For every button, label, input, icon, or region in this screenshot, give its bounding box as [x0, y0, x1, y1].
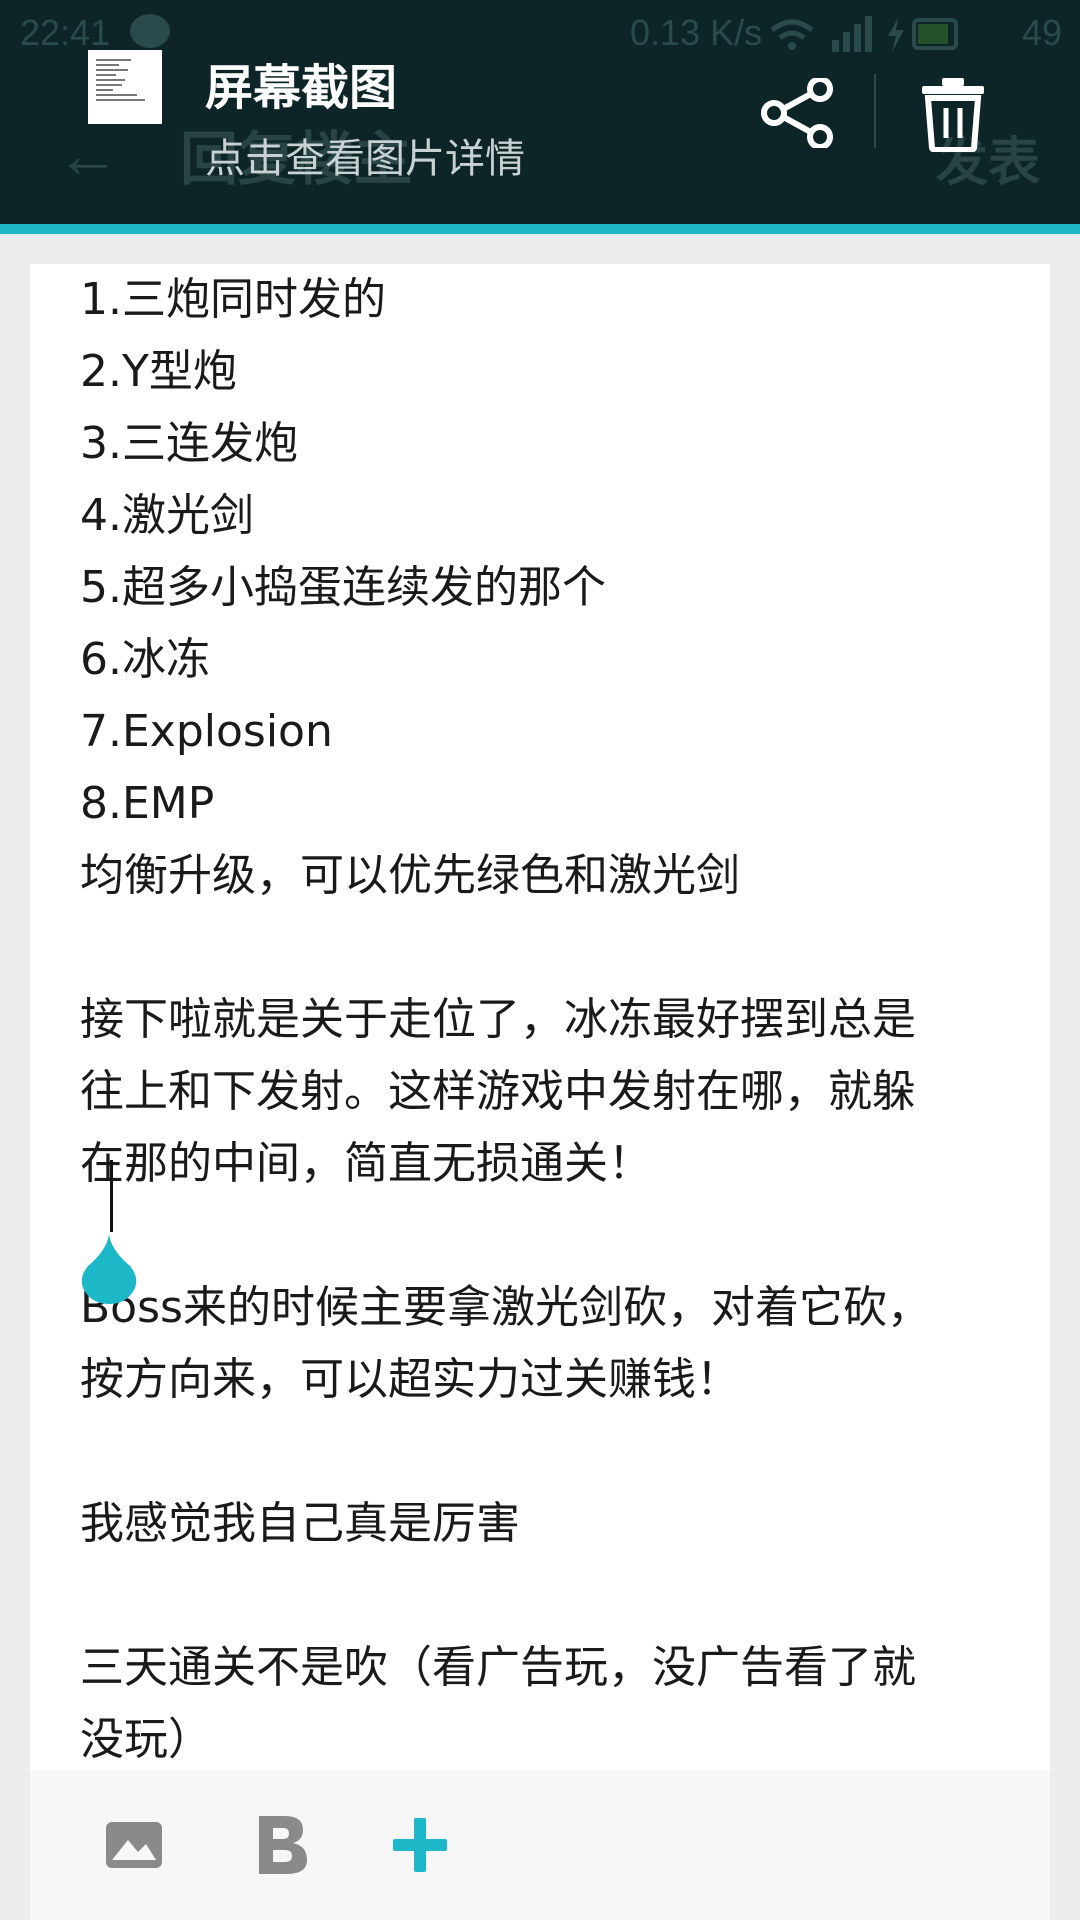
share-icon[interactable] — [758, 76, 836, 150]
editor-line: 2.Y型炮 — [80, 346, 237, 397]
editor-line: 没玩） — [80, 1714, 212, 1765]
editor-line: 往上和下发射。这样游戏中发射在哪，就躲 — [80, 1066, 916, 1117]
editor-line: 4.激光剑 — [80, 490, 254, 541]
screenshot-title[interactable]: 屏幕截图 — [205, 48, 397, 118]
status-bar: 22:41 0.13 K/s 49 — [0, 0, 1080, 66]
screenshot-thumbnail[interactable] — [88, 50, 162, 124]
editor-line: 1.三炮同时发的 — [80, 274, 386, 325]
signal-icons — [770, 14, 960, 63]
editor-line: 3.三连发炮 — [80, 418, 298, 469]
editor-line: Boss来的时候主要拿激光剑砍，对着它砍， — [80, 1282, 931, 1333]
reply-editor[interactable]: 1.三炮同时发的 2.Y型炮 3.三连发炮 4.激光剑 5.超多小捣蛋连续发的那… — [30, 264, 1050, 1920]
screenshot-subtitle[interactable]: 点击查看图片详情 — [205, 126, 525, 184]
plus-icon[interactable] — [385, 1810, 455, 1880]
editor-line: 在那的中间，简直无损通关！ — [80, 1138, 652, 1189]
bold-icon[interactable] — [245, 1810, 315, 1880]
editor-line: 接下啦就是关于走位了，冰冻最好摆到总是 — [80, 994, 916, 1045]
text-cursor — [110, 1160, 113, 1232]
header-accent-line — [0, 224, 1080, 234]
editor-line: 5.超多小捣蛋连续发的那个 — [80, 562, 606, 613]
cursor-handle-icon[interactable] — [78, 1232, 140, 1304]
image-icon[interactable] — [100, 1810, 170, 1880]
toolbar-divider — [874, 74, 876, 148]
top-bar: 22:41 0.13 K/s 49 ← 回复楼主 发表 屏幕截图 点击查看图片详… — [0, 0, 1080, 224]
chat-bubble-icon — [130, 14, 170, 48]
editor-line: 均衡升级，可以优先绿色和激光剑 — [80, 850, 740, 901]
reply-text-area[interactable]: 1.三炮同时发的 2.Y型炮 3.三连发炮 4.激光剑 5.超多小捣蛋连续发的那… — [80, 264, 1040, 1776]
status-time: 22:41 — [20, 12, 111, 53]
editor-line: 6.冰冻 — [80, 634, 210, 685]
editor-line: 三天通关不是吹（看广告玩，没广告看了就 — [80, 1642, 916, 1693]
editor-line: 我感觉我自己真是厉害 — [80, 1498, 520, 1549]
trash-icon[interactable] — [918, 76, 988, 153]
editor-line: 8.EMP — [80, 778, 215, 829]
editor-line: 按方向来，可以超实力过关赚钱！ — [80, 1354, 740, 1405]
network-speed: 0.13 K/s — [630, 12, 763, 53]
battery-level: 49 — [1022, 12, 1063, 53]
format-toolbar — [30, 1770, 1050, 1920]
editor-line: 7.Explosion — [80, 706, 333, 757]
back-arrow-icon[interactable]: ← — [56, 118, 120, 192]
